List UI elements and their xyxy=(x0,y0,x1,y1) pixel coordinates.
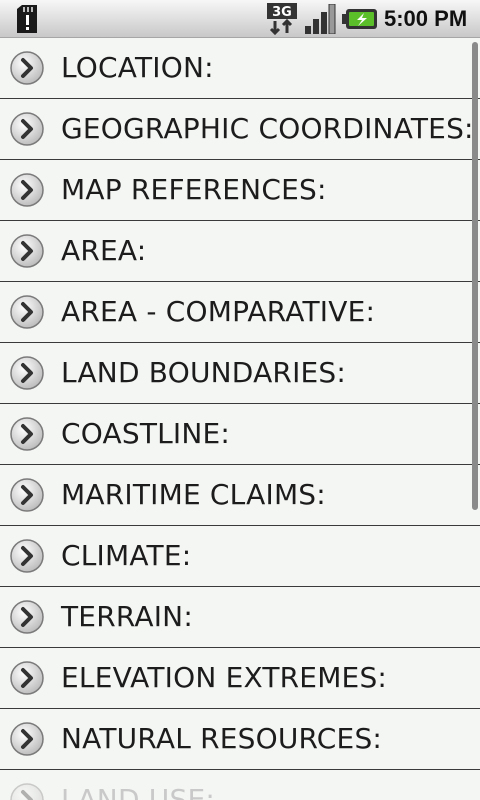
chevron-right-icon xyxy=(9,538,45,574)
list-item-label: COASTLINE: xyxy=(61,417,231,450)
list-item-label: CLIMATE: xyxy=(61,539,192,572)
list-item[interactable]: NATURAL RESOURCES: xyxy=(0,709,480,770)
list-item[interactable]: LAND BOUNDARIES: xyxy=(0,343,480,404)
chevron-right-icon xyxy=(9,477,45,513)
status-bar: 3G 5:00 PM xyxy=(0,0,480,38)
chevron-right-icon xyxy=(9,233,45,269)
list-item[interactable]: MARITIME CLAIMS: xyxy=(0,465,480,526)
list-item-label: MAP REFERENCES: xyxy=(61,173,327,206)
signal-strength-icon xyxy=(305,4,336,34)
chevron-right-icon xyxy=(9,111,45,147)
network-type-label: 3G xyxy=(272,5,292,20)
chevron-right-icon xyxy=(9,355,45,391)
list-item[interactable]: AREA: xyxy=(0,221,480,282)
list-item-label: TERRAIN: xyxy=(61,600,193,633)
clock: 5:00 PM xyxy=(384,6,468,31)
chevron-right-icon xyxy=(9,599,45,635)
scrollbar[interactable] xyxy=(472,42,478,510)
list-item-label: AREA: xyxy=(61,234,147,267)
list-item-label: ELEVATION EXTREMES: xyxy=(61,661,388,694)
list-item[interactable]: TERRAIN: xyxy=(0,587,480,648)
list-item[interactable]: COASTLINE: xyxy=(0,404,480,465)
chevron-right-icon xyxy=(9,782,45,800)
list-item[interactable]: ELEVATION EXTREMES: xyxy=(0,648,480,709)
list-item[interactable]: GEOGRAPHIC COORDINATES: xyxy=(0,99,480,160)
list-item-label: LAND USE: xyxy=(61,783,215,800)
list-item[interactable]: LOCATION: xyxy=(0,38,480,99)
battery-charging-icon xyxy=(342,9,377,29)
list-item[interactable]: AREA - COMPARATIVE: xyxy=(0,282,480,343)
list-item-label: AREA - COMPARATIVE: xyxy=(61,295,376,328)
list-item-label: LAND BOUNDARIES: xyxy=(61,356,347,389)
chevron-right-icon xyxy=(9,416,45,452)
list-item-label: LOCATION: xyxy=(61,51,214,84)
list-item-label: NATURAL RESOURCES: xyxy=(61,722,383,755)
chevron-right-icon xyxy=(9,172,45,208)
chevron-right-icon xyxy=(9,721,45,757)
list-item-label: GEOGRAPHIC COORDINATES: xyxy=(61,112,474,145)
list-item-label: MARITIME CLAIMS: xyxy=(61,478,326,511)
topic-list[interactable]: LOCATION: GEOGRAPHIC COORDINATES: MAP REFE… xyxy=(0,38,480,800)
chevron-right-icon xyxy=(9,294,45,330)
list-item[interactable]: CLIMATE: xyxy=(0,526,480,587)
list-item[interactable]: LAND USE: xyxy=(0,770,480,800)
chevron-right-icon xyxy=(9,50,45,86)
sd-card-warning-icon xyxy=(17,5,37,33)
3g-data-icon: 3G xyxy=(267,3,297,35)
list-item[interactable]: MAP REFERENCES: xyxy=(0,160,480,221)
chevron-right-icon xyxy=(9,660,45,696)
